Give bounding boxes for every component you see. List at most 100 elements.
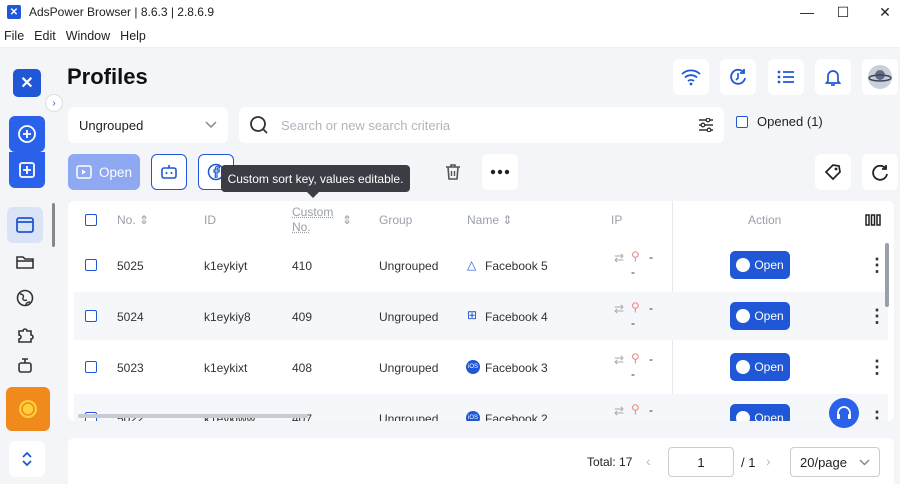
list-button[interactable] [768, 59, 804, 95]
opened-filter[interactable]: Opened (1) [736, 114, 823, 129]
row-ip-secondary: - [631, 265, 635, 279]
sidebar-expand-button[interactable]: › [45, 94, 63, 112]
sidebar-item-extensions[interactable] [7, 317, 43, 353]
row-checkbox[interactable] [85, 310, 97, 322]
col-group: Group [379, 213, 412, 227]
menu-edit[interactable]: Edit [29, 29, 61, 43]
play-window-icon [76, 165, 92, 179]
col-name[interactable]: Name ⇕ [467, 213, 512, 227]
batch-import-button[interactable] [9, 152, 45, 188]
new-profile-button[interactable] [9, 116, 45, 152]
filter-settings-icon[interactable] [698, 118, 714, 132]
row-group: Ungrouped [379, 259, 438, 273]
select-all-checkbox[interactable] [85, 214, 97, 226]
row-name: Facebook 2 [485, 412, 548, 421]
sync-icon [728, 67, 748, 87]
network-button[interactable] [673, 59, 709, 95]
page-count: / 1 [741, 455, 755, 470]
sidebar-item-automation[interactable] [7, 354, 43, 376]
sidebar-item-proxies[interactable] [7, 280, 43, 316]
delete-button[interactable] [435, 154, 471, 190]
sidebar-scrollbar[interactable] [52, 203, 55, 247]
page-size-select[interactable]: 20/page [790, 447, 880, 477]
row-group: Ungrouped [379, 361, 438, 375]
row-ip: - [649, 250, 653, 264]
plus-circle-icon [17, 124, 37, 144]
col-custom-label-1: Custom [292, 205, 333, 219]
menu-bar: File Edit Window Help [0, 24, 900, 48]
browser-icon [736, 360, 750, 374]
col-custom-label-2: No. [292, 220, 311, 234]
menu-file[interactable]: File [0, 29, 29, 43]
row-name: Facebook 3 [485, 361, 548, 375]
headset-icon [835, 404, 853, 422]
search-input[interactable] [281, 118, 698, 133]
sidebar-item-groups[interactable] [7, 244, 43, 280]
promo-banner[interactable] [6, 387, 50, 431]
col-action: Action [748, 213, 781, 227]
sidebar-scroll-toggle[interactable] [9, 441, 45, 477]
table-row[interactable]: 5023 k1eykixt 408 Ungrouped iOS Facebook… [74, 343, 888, 391]
tag-button[interactable] [815, 154, 851, 190]
row-ip-secondary: - [631, 316, 635, 330]
sync-button[interactable] [720, 59, 756, 95]
open-selected-button[interactable]: Open [68, 154, 140, 190]
bot-icon [160, 164, 178, 180]
maximize-button[interactable]: ☐ [820, 0, 866, 24]
prev-page-button[interactable]: ‹ [646, 453, 651, 469]
rpa-button[interactable] [151, 154, 187, 190]
col-id: ID [204, 213, 216, 227]
row-more-icon[interactable]: ⋮ [868, 306, 886, 327]
row-id: k1eykiy8 [204, 310, 251, 324]
col-custom-no[interactable]: Custom No. [292, 205, 333, 235]
support-chat-button[interactable] [829, 398, 859, 428]
row-open-button[interactable]: Open [730, 353, 790, 381]
row-open-button[interactable]: Open [730, 404, 790, 421]
opened-label: Opened (1) [757, 114, 823, 129]
row-no: 5024 [117, 310, 144, 324]
row-checkbox[interactable] [85, 361, 97, 373]
columns-icon[interactable] [865, 214, 881, 226]
menu-help[interactable]: Help [115, 29, 151, 43]
vertical-scrollbar[interactable] [885, 243, 889, 307]
row-more-icon[interactable]: ⋮ [868, 255, 886, 276]
row-open-button[interactable]: Open [730, 251, 790, 279]
page-input[interactable]: 1 [668, 447, 734, 477]
tag-icon [823, 162, 843, 182]
col-no[interactable]: No. ⇕ [117, 213, 149, 227]
row-custom-no: 410 [292, 259, 312, 273]
row-more-icon[interactable]: ⋮ [868, 408, 886, 421]
browser-icon [736, 411, 750, 421]
opened-checkbox[interactable] [736, 116, 748, 128]
col-custom-sort-icon[interactable]: ⇕ [342, 213, 352, 227]
more-actions-button[interactable] [482, 154, 518, 190]
notifications-button[interactable] [815, 59, 851, 95]
row-id: k1eykixt [204, 361, 247, 375]
row-open-button[interactable]: Open [730, 302, 790, 330]
horizontal-scrollbar[interactable] [78, 414, 308, 418]
group-select[interactable]: Ungrouped [68, 107, 228, 143]
table-row[interactable]: 5024 k1eykiy8 409 Ungrouped ⊞ Facebook 4… [74, 292, 888, 340]
page-size-value: 20/page [800, 455, 847, 470]
bell-icon [824, 67, 842, 87]
refresh-button[interactable] [862, 154, 898, 190]
sidebar-item-profiles[interactable] [7, 207, 43, 243]
pagination-bar: Total: 17 ‹ 1 / 1 › 20/page [68, 438, 894, 484]
row-group: Ungrouped [379, 310, 438, 324]
table-row[interactable]: 5025 k1eykiyt 410 Ungrouped △ Facebook 5… [74, 241, 888, 289]
browser-window-icon [15, 216, 35, 234]
wifi-icon [680, 68, 702, 86]
row-ip: - [649, 301, 653, 315]
row-id: k1eykiyt [204, 259, 247, 273]
group-select-value: Ungrouped [79, 118, 143, 133]
next-page-button[interactable]: › [766, 453, 771, 469]
row-no: 5023 [117, 361, 144, 375]
menu-window[interactable]: Window [61, 29, 115, 43]
close-button[interactable]: ✕ [862, 0, 900, 24]
row-checkbox[interactable] [85, 259, 97, 271]
user-avatar-button[interactable] [862, 59, 898, 95]
row-more-icon[interactable]: ⋮ [868, 357, 886, 378]
chevron-updown-icon [20, 450, 34, 468]
avatar-icon [867, 64, 893, 90]
puzzle-icon [15, 325, 35, 345]
